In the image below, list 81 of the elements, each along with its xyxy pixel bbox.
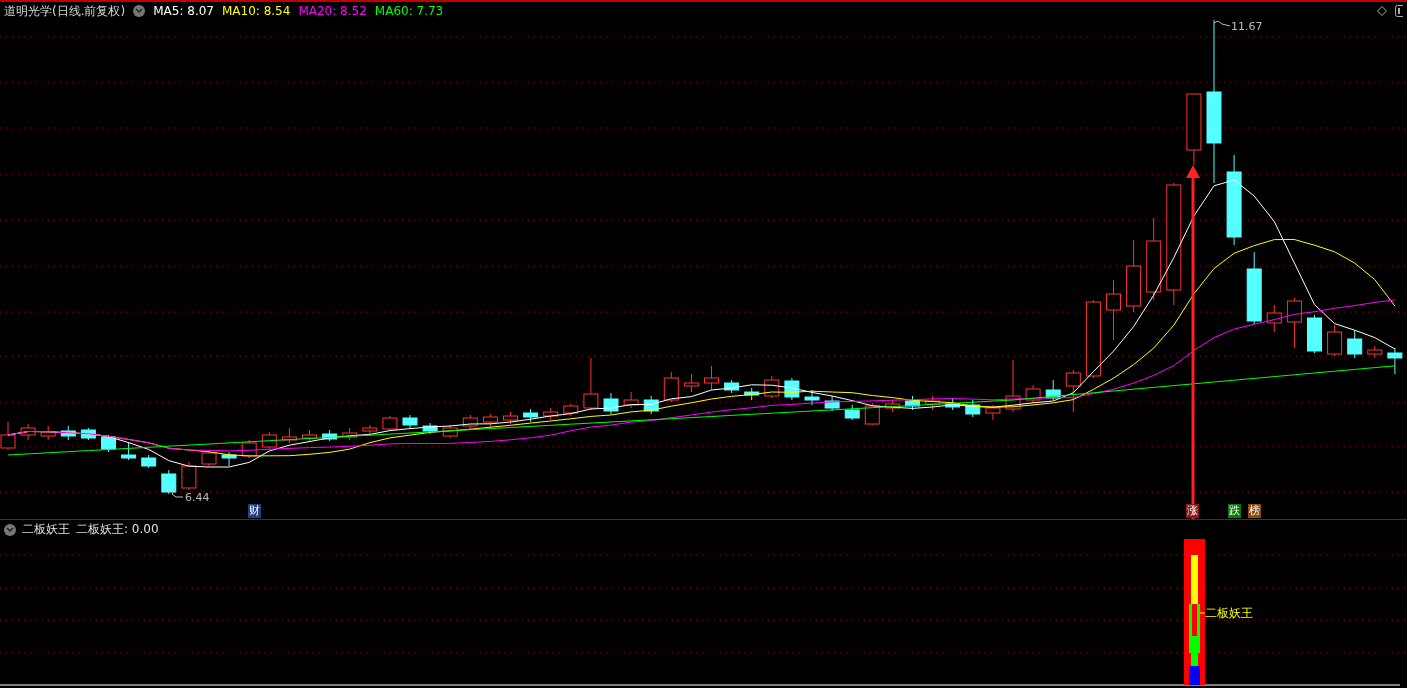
candlestick <box>764 375 780 399</box>
candlestick <box>523 408 539 423</box>
candlestick <box>281 427 297 444</box>
candlestick <box>362 424 378 437</box>
panel-toggle-icon[interactable] <box>1395 5 1403 17</box>
candlestick <box>342 427 358 441</box>
candlestick <box>322 429 338 442</box>
candlestick <box>1367 345 1383 359</box>
candlestick <box>1025 384 1041 404</box>
candlestick <box>201 449 217 467</box>
candlestick <box>161 469 177 495</box>
candlestick <box>141 454 157 469</box>
moving-average-label: MA10: 8.54 <box>221 4 291 18</box>
candlestick <box>724 379 740 394</box>
candlestick <box>261 431 277 450</box>
candlestick <box>1327 324 1343 357</box>
event-marker[interactable]: 涨 <box>1186 504 1199 518</box>
candlestick <box>1005 359 1021 413</box>
indicator-reading: 二板妖王: 0.00 <box>76 521 159 538</box>
candlestick <box>80 427 96 441</box>
candlestick <box>905 395 920 411</box>
moving-average-label: MA5: 8.07 <box>153 4 214 18</box>
event-marker[interactable]: 跌 <box>1228 504 1241 518</box>
candlestick <box>744 387 760 401</box>
high-price-label: 11.67 <box>1231 20 1263 33</box>
candlestick <box>1387 347 1403 375</box>
candlestick <box>945 397 961 411</box>
candlestick <box>101 434 116 453</box>
diamond-icon[interactable] <box>1377 6 1387 16</box>
candlestick <box>864 402 880 426</box>
candlestick <box>422 422 438 435</box>
candlestick <box>302 429 317 443</box>
candlestick <box>1106 279 1121 341</box>
candlestick <box>784 377 800 401</box>
candlestick <box>1286 297 1302 349</box>
candlestick <box>1266 304 1282 333</box>
candlestick <box>965 399 981 418</box>
candlestick <box>1065 369 1081 413</box>
event-marker[interactable]: 榜 <box>1248 504 1261 518</box>
candlestick <box>563 403 579 417</box>
signal-label: 二板妖王 <box>1205 605 1253 622</box>
event-marker[interactable]: 财 <box>248 504 261 518</box>
candlestick <box>442 424 458 439</box>
candlestick <box>543 407 559 421</box>
candlestick <box>1307 314 1322 354</box>
candlestick <box>382 415 398 432</box>
candlestick <box>181 461 197 491</box>
candlestick <box>462 414 478 431</box>
candlestick <box>844 404 860 421</box>
candlestick <box>704 365 719 391</box>
candlestick <box>482 413 498 429</box>
dropdown-icon[interactable] <box>4 523 16 536</box>
stock-title: 道明光学(日线.前复权) <box>4 2 126 20</box>
leader-line <box>1213 20 1231 27</box>
candlestick <box>121 441 137 461</box>
candlestick <box>221 451 237 467</box>
candlestick <box>402 414 418 429</box>
candlestick <box>40 425 56 441</box>
candlestick <box>925 395 941 411</box>
dropdown-icon[interactable] <box>133 5 146 17</box>
leader-line <box>171 489 184 498</box>
candlestick <box>241 439 257 459</box>
candlestick <box>824 395 840 412</box>
indicator-name: 二板妖王 <box>22 521 70 538</box>
candlestick <box>503 411 518 425</box>
moving-average-label: MA20: 8.52 <box>298 4 367 18</box>
candlestick <box>884 399 900 413</box>
candlestick <box>623 391 639 409</box>
candlestick <box>683 373 699 393</box>
candlestick <box>603 392 619 415</box>
candlestick <box>1045 379 1061 401</box>
moving-average-label: MA60: 7.73 <box>374 4 444 18</box>
candlestick <box>20 423 36 441</box>
candlestick <box>583 357 599 411</box>
candlestick <box>985 404 1001 421</box>
candlestick <box>663 371 679 403</box>
candlestick <box>60 425 76 441</box>
candlestick <box>804 389 820 406</box>
candlestick <box>643 395 659 415</box>
low-price-label: 6.44 <box>185 491 210 504</box>
candlestick <box>1347 329 1363 359</box>
